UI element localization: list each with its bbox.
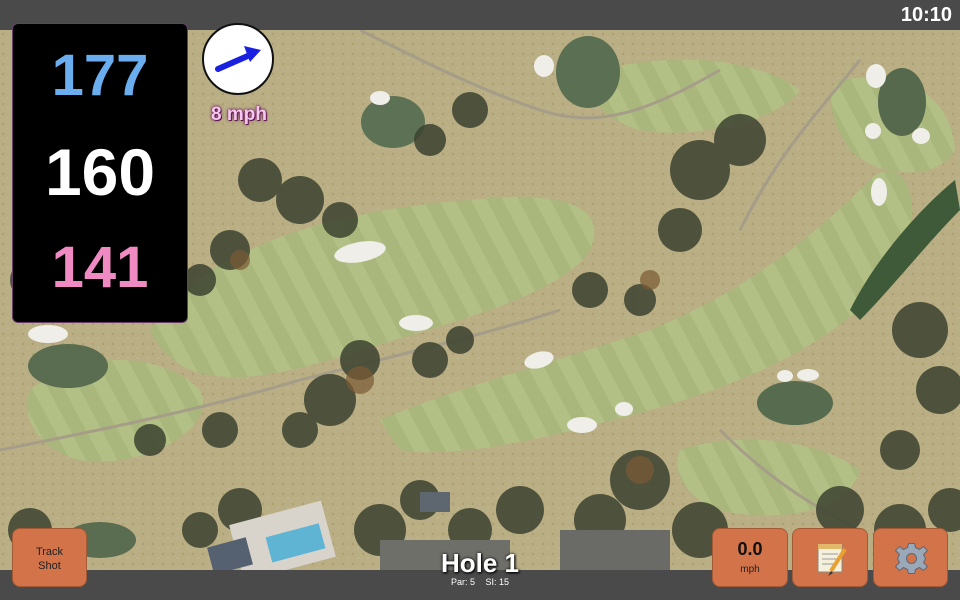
speed-button[interactable]: 0.0 mph <box>712 528 788 587</box>
track-shot-label-line2: Shot <box>38 560 61 572</box>
hole-info: Par: 5 SI: 15 <box>380 577 580 587</box>
notepad-icon <box>817 543 847 576</box>
gear-icon <box>894 543 929 574</box>
middle-distance: 160 <box>44 135 156 209</box>
front-distance: 141 <box>51 235 149 300</box>
clock: 10:10 <box>900 4 952 26</box>
notes-button[interactable] <box>792 528 868 587</box>
speed-unit: mph <box>740 564 760 575</box>
track-shot-label-line1: Track <box>35 546 64 558</box>
speed-value: 0.0 <box>737 539 763 559</box>
hole-par: Par: 5 <box>450 577 475 587</box>
hole-title: Hole 1 <box>440 548 520 578</box>
wind-speed-label: 8 mph <box>211 104 267 125</box>
wind-arrow-icon <box>215 46 261 72</box>
back-distance: 177 <box>51 43 149 108</box>
distance-panel: 177 160 141 <box>12 23 188 323</box>
settings-button[interactable] <box>873 528 948 587</box>
track-shot-button[interactable]: Track Shot <box>12 528 87 587</box>
wind-direction-indicator <box>202 23 274 95</box>
hole-stroke-index: SI: 15 <box>485 577 510 587</box>
